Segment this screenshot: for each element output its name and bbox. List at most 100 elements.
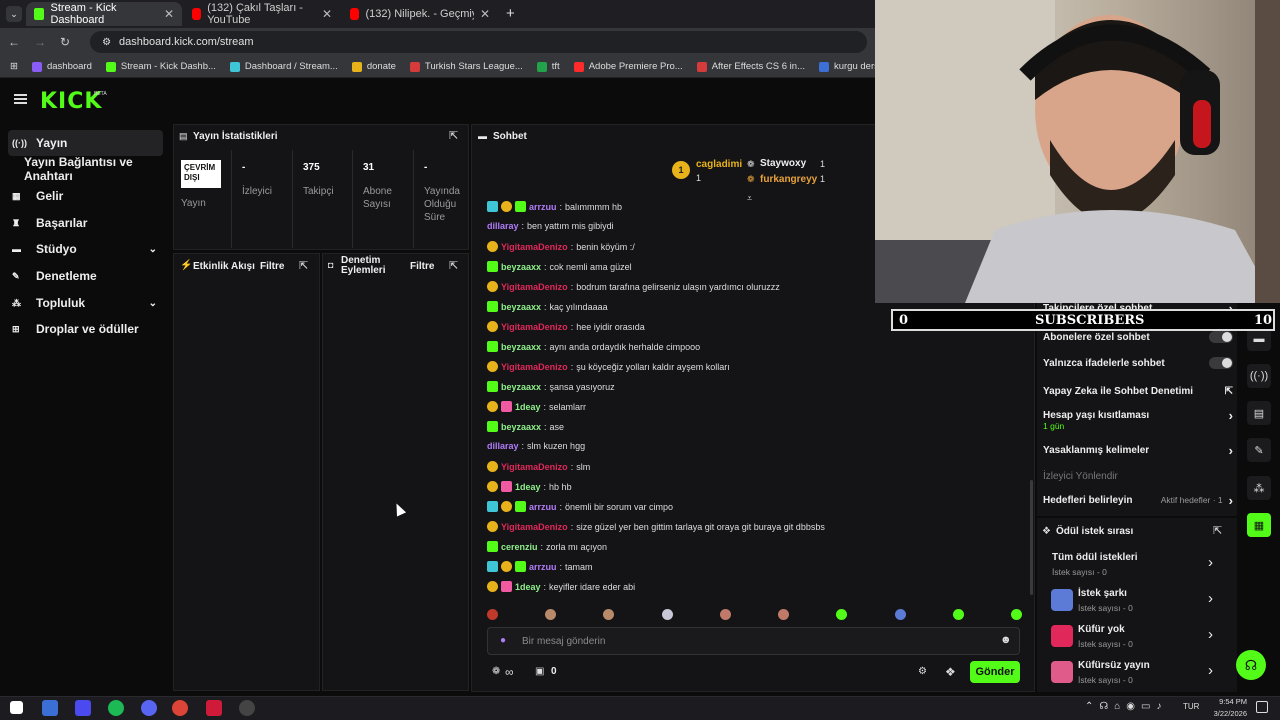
system-tray-icons[interactable]: ⌃☊⌂◉▭♪	[1085, 701, 1167, 712]
chat-setting-item[interactable]: Yasaklanmış kelimeler ›	[1043, 443, 1233, 458]
chat-username[interactable]: 1deay	[515, 482, 541, 492]
chat-message[interactable]: cerenziu: zorla mı açıyon	[487, 541, 607, 552]
chat-username[interactable]: beyzaaxx	[501, 262, 541, 272]
chat-message[interactable]: YigitamaDenizo: benin köyüm :/	[487, 241, 635, 252]
chat-setting-item[interactable]: İzleyici Yönlendir	[1043, 469, 1233, 483]
spotify-icon[interactable]	[108, 700, 124, 716]
chat-username[interactable]: YigitamaDenizo	[501, 462, 568, 472]
chat-username[interactable]: YigitamaDenizo	[501, 282, 568, 292]
chat-username[interactable]: beyzaaxx	[501, 342, 541, 352]
chat-setting-item[interactable]: Abonelere özel sohbet	[1043, 330, 1233, 344]
chat-message[interactable]: arrzuu: önemli bir sorum var cimpo	[487, 501, 673, 512]
chat-username[interactable]: dillaray	[487, 441, 519, 451]
popout-icon[interactable]: ⇱	[299, 259, 308, 272]
gifter-name[interactable]: furkangreyy	[760, 174, 817, 185]
emote-icon[interactable]	[836, 608, 848, 620]
emote-icon[interactable]	[661, 608, 673, 620]
chat-message[interactable]: dillaray: ben yattım mis gibiydi	[487, 221, 614, 231]
chat-message[interactable]: beyzaaxx: cok nemli ama güzel	[487, 261, 632, 272]
clock-time[interactable]: 9:54 PM	[1207, 697, 1247, 706]
bookmark-item[interactable]: After Effects CS 6 in...	[696, 61, 805, 72]
bookmark-item[interactable]: donate	[351, 61, 396, 72]
chat-setting-item[interactable]: Yalnızca ifadelerle sohbet	[1043, 356, 1233, 370]
app-icon[interactable]	[206, 700, 222, 716]
chevron-right-icon[interactable]: ›	[1208, 590, 1213, 607]
chat-username[interactable]: arrzuu	[529, 202, 557, 212]
emote-icon[interactable]	[1010, 608, 1022, 620]
windows-start-icon[interactable]	[10, 701, 23, 714]
users-icon[interactable]: ⁂	[1247, 476, 1271, 500]
sidebar-item-4[interactable]: ▬ Stüdyo ⌄	[8, 236, 163, 262]
emote-icon[interactable]	[778, 608, 790, 620]
chat-message[interactable]: YigitamaDenizo: hee iyidir orasıda	[487, 321, 645, 332]
popout-icon[interactable]: ⇱	[1213, 524, 1222, 537]
site-info-icon[interactable]: ⚙	[102, 37, 111, 48]
gifter-name[interactable]: Staywoxy	[760, 158, 806, 169]
gifter-name[interactable]: cagladimi	[696, 159, 742, 170]
expand-chevron-icon[interactable]: ⩡	[747, 193, 752, 204]
sidebar-item-2[interactable]: ▦ Gelir	[8, 183, 163, 209]
tab-search-button[interactable]: ⌄	[6, 6, 22, 22]
notifications-icon[interactable]	[1256, 701, 1268, 713]
chat-message[interactable]: 1deay: hb hb	[487, 481, 572, 492]
chat-message[interactable]: arrzuu: balımmmm hb	[487, 201, 622, 212]
chat-username[interactable]: arrzuu	[529, 562, 557, 572]
chat-username[interactable]: 1deay	[515, 402, 541, 412]
popout-icon[interactable]: ⇱	[449, 129, 458, 142]
chat-message[interactable]: beyzaaxx: ase	[487, 421, 564, 432]
chat-username[interactable]: 1deay	[515, 582, 541, 592]
app-icon[interactable]	[239, 700, 255, 716]
layout-icon[interactable]: ▤	[1247, 401, 1271, 425]
moderation-filter-button[interactable]: Filtre	[410, 261, 434, 272]
bookmark-item[interactable]: Dashboard / Stream...	[229, 61, 338, 72]
chat-username[interactable]: YigitamaDenizo	[501, 522, 568, 532]
drops-icon[interactable]: ▣	[535, 666, 544, 677]
reload-icon[interactable]: ↻	[60, 35, 70, 49]
gift-icon[interactable]: ❖	[945, 665, 956, 679]
forward-icon[interactable]: →	[34, 35, 46, 49]
chat-username[interactable]: beyzaaxx	[501, 302, 541, 312]
chevron-right-icon[interactable]: ›	[1208, 662, 1213, 679]
hamburger-menu-icon[interactable]	[14, 94, 27, 104]
bookmark-item[interactable]: Stream - Kick Dashb...	[105, 61, 216, 72]
chat-message[interactable]: beyzaaxx: şansa yasıyoruz	[487, 381, 615, 392]
clock-date[interactable]: 3/22/2026	[1203, 709, 1247, 718]
sidebar-item-5[interactable]: ✎ Denetleme	[8, 263, 163, 289]
tab-youtube-1[interactable]: (132) Çakıl Taşları - YouTube ✕	[184, 2, 340, 26]
chat-message[interactable]: 1deay: keyifler idare eder abi	[487, 581, 635, 592]
reward-label[interactable]: Küfür yok	[1078, 624, 1125, 635]
close-tab-icon[interactable]: ✕	[164, 7, 174, 21]
toggle-switch[interactable]	[1209, 331, 1233, 343]
tab-kick-dashboard[interactable]: Stream - Kick Dashboard ✕	[26, 2, 182, 26]
app-icon[interactable]	[75, 700, 91, 716]
chat-message[interactable]: arrzuu: tamam	[487, 561, 593, 572]
chat-input[interactable]: ● Bir mesaj gönderin ☻	[487, 627, 1020, 655]
discord-icon[interactable]	[141, 700, 157, 716]
chevron-right-icon[interactable]: ›	[1208, 554, 1213, 571]
bookmark-item[interactable]: kurgu dersi	[818, 61, 881, 72]
emote-icon[interactable]	[545, 608, 557, 620]
chat-username[interactable]: YigitamaDenizo	[501, 242, 568, 252]
sidebar-item-0[interactable]: ((·)) Yayın	[8, 130, 163, 156]
activity-filter-button[interactable]: Filtre	[260, 261, 284, 272]
chat-setting-item[interactable]: Hesap yaşı kısıtlaması 1 gün ›	[1043, 408, 1233, 432]
app-icon[interactable]	[42, 700, 58, 716]
chat-message[interactable]: YigitamaDenizo: slm	[487, 461, 590, 472]
emote-icon[interactable]	[487, 608, 498, 620]
apps-grid-icon[interactable]: ⊞	[10, 61, 18, 72]
points-icon[interactable]: ❁	[492, 666, 500, 677]
chat-message[interactable]: 1deay: selamlarr	[487, 401, 586, 412]
chat-message[interactable]: dillaray: slm kuzen hgg	[487, 441, 585, 451]
sidebar-item-6[interactable]: ⁂ Topluluk ⌄	[8, 290, 163, 316]
chat-setting-item[interactable]: Yapay Zeka ile Sohbet Denetimi ⇱	[1043, 384, 1233, 398]
support-headset-icon[interactable]: ☊	[1236, 650, 1266, 680]
chat-message[interactable]: YigitamaDenizo: size güzel yer ben gittim…	[487, 521, 825, 532]
emote-icon[interactable]	[719, 608, 731, 620]
back-icon[interactable]: ←	[8, 35, 20, 49]
chevron-right-icon[interactable]: ›	[1208, 626, 1213, 643]
chrome-icon[interactable]	[172, 700, 188, 716]
chat-message[interactable]: beyzaaxx: aynı anda ordaydık herhalde cim…	[487, 341, 700, 352]
chat-message[interactable]: YigitamaDenizo: bodrum tarafına gelirseni…	[487, 281, 780, 292]
close-tab-icon[interactable]: ✕	[480, 7, 490, 21]
chat-username[interactable]: YigitamaDenizo	[501, 362, 568, 372]
